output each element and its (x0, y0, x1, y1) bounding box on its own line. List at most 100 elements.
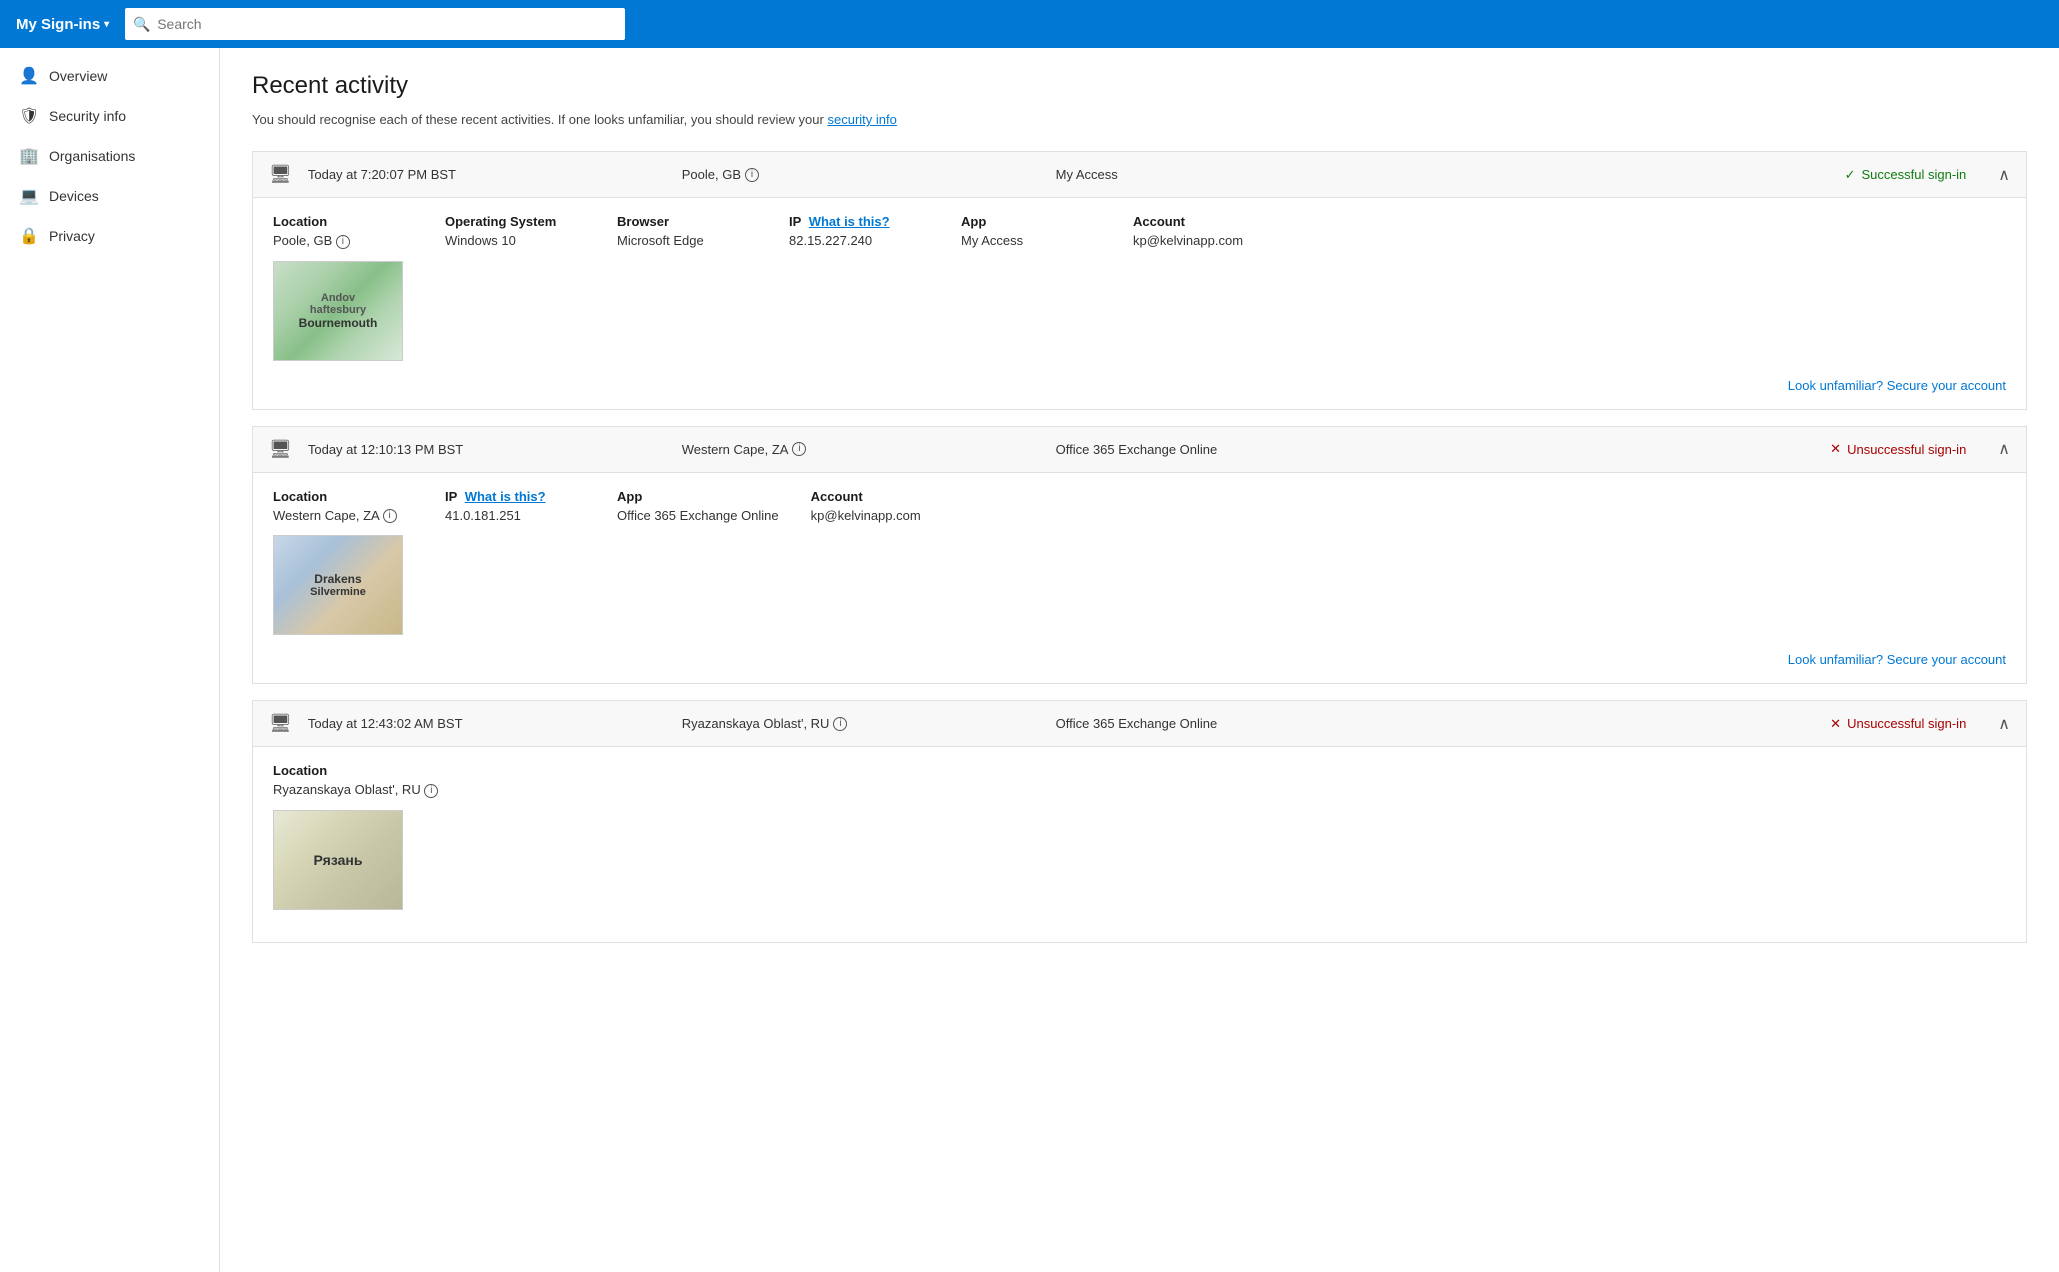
shield-icon: 🛡 (19, 106, 39, 126)
location-info-icon-2[interactable]: i (792, 442, 806, 456)
location-value-3: Ryazanskaya Oblast', RU i (273, 782, 438, 798)
location-label-1: Location (273, 214, 413, 229)
detail-col-app-2: App Office 365 Exchange Online (617, 489, 779, 636)
ip-what-is-this-1[interactable]: What is this? (809, 214, 890, 229)
person-icon: 👤 (19, 66, 39, 86)
account-label-2: Account (811, 489, 951, 504)
location-header-text-3: Ryazanskaya Oblast', RU (682, 716, 830, 731)
ip-what-is-this-2[interactable]: What is this? (465, 489, 546, 504)
signin-body-1: Location Poole, GB i Andov haftesbury Bo… (253, 198, 2026, 409)
detail-col-ip-1: IP What is this? 82.15.227.240 (789, 214, 929, 361)
ip-label-text-1: IP (789, 214, 801, 229)
security-info-link[interactable]: security info (827, 112, 896, 127)
collapse-icon-3[interactable]: ∧ (1998, 714, 2010, 734)
app-title-text: My Sign-ins (16, 16, 100, 33)
location-value-text-1: Poole, GB (273, 233, 332, 248)
location-info-icon-3[interactable]: i (833, 717, 847, 731)
map-label-1: Andov haftesbury Bournemouth (295, 288, 382, 334)
x-icon-2: ✕ (1830, 441, 1841, 457)
search-input[interactable] (125, 8, 625, 40)
sidebar-label-security-info: Security info (49, 108, 126, 124)
detail-col-ip-2: IP What is this? 41.0.181.251 (445, 489, 585, 636)
location-info-icon-1[interactable]: i (745, 168, 759, 182)
ip-label-1: IP What is this? (789, 214, 929, 229)
sidebar-item-overview[interactable]: 👤 Overview (0, 56, 219, 96)
collapse-icon-1[interactable]: ∧ (1998, 165, 2010, 185)
app-value-1: My Access (961, 233, 1101, 248)
secure-link-2: Look unfamiliar? Secure your account (273, 651, 2006, 667)
monitor-icon-1: 🖥 (269, 164, 292, 185)
privacy-icon: 🔒 (19, 226, 39, 246)
org-icon: 🏢 (19, 146, 39, 166)
monitor-icon-2: 🖥 (269, 439, 292, 460)
signin-card-2-header[interactable]: 🖥 Today at 12:10:13 PM BST Western Cape,… (253, 427, 2026, 473)
sidebar: 👤 Overview 🛡 Security info 🏢 Organisatio… (0, 48, 220, 1272)
status-text-2: Unsuccessful sign-in (1847, 442, 1966, 457)
status-text-3: Unsuccessful sign-in (1847, 716, 1966, 731)
secure-link-1: Look unfamiliar? Secure your account (273, 377, 2006, 393)
map-2: Drakens Silvermine (273, 535, 403, 635)
detail-col-account-1: Account kp@kelvinapp.com (1133, 214, 1273, 361)
signin-details-3: Location Ryazanskaya Oblast', RU i Рязан… (273, 763, 2006, 910)
search-icon: 🔍 (133, 16, 150, 33)
sidebar-item-security-info[interactable]: 🛡 Security info (0, 96, 219, 136)
signin-location-1: Poole, GB i (682, 167, 1040, 182)
page-subtitle: You should recognise each of these recen… (252, 112, 2027, 127)
signin-app-1: My Access (1056, 167, 1414, 182)
location-value-2: Western Cape, ZA i (273, 508, 413, 524)
detail-col-location-3: Location Ryazanskaya Oblast', RU i Рязан… (273, 763, 438, 910)
detail-col-account-2: Account kp@kelvinapp.com (811, 489, 951, 636)
signin-card-2: 🖥 Today at 12:10:13 PM BST Western Cape,… (252, 426, 2027, 685)
signin-details-2: Location Western Cape, ZA i Drakens Silv… (273, 489, 2006, 636)
ip-label-2: IP What is this? (445, 489, 585, 504)
main-content: Recent activity You should recognise eac… (220, 48, 2059, 1272)
signin-location-2: Western Cape, ZA i (682, 442, 1040, 457)
signin-app-2: Office 365 Exchange Online (1056, 442, 1414, 457)
signin-card-3: 🖥 Today at 12:43:02 AM BST Ryazanskaya O… (252, 700, 2027, 943)
checkmark-icon-1: ✓ (1845, 167, 1856, 183)
signin-status-2: ✕ Unsuccessful sign-in (1429, 441, 1982, 457)
detail-col-app-1: App My Access (961, 214, 1101, 361)
signin-card-1-header[interactable]: 🖥 Today at 7:20:07 PM BST Poole, GB i My… (253, 152, 2026, 198)
signin-status-3: ✕ Unsuccessful sign-in (1429, 716, 1982, 732)
title-chevron-icon: ▾ (104, 19, 109, 30)
app-title[interactable]: My Sign-ins ▾ (16, 16, 109, 33)
sidebar-item-organisations[interactable]: 🏢 Organisations (0, 136, 219, 176)
app-label-2: App (617, 489, 779, 504)
signin-card-3-header[interactable]: 🖥 Today at 12:43:02 AM BST Ryazanskaya O… (253, 701, 2026, 747)
topbar: My Sign-ins ▾ 🔍 (0, 0, 2059, 48)
app-label-1: App (961, 214, 1101, 229)
collapse-icon-2[interactable]: ∧ (1998, 439, 2010, 459)
account-label-1: Account (1133, 214, 1273, 229)
location-detail-info-1[interactable]: i (336, 235, 350, 249)
location-detail-info-3[interactable]: i (424, 784, 438, 798)
sidebar-label-overview: Overview (49, 68, 107, 84)
os-value-1: Windows 10 (445, 233, 585, 248)
location-value-text-3: Ryazanskaya Oblast', RU (273, 782, 421, 797)
signin-status-1: ✓ Successful sign-in (1429, 167, 1982, 183)
sidebar-label-organisations: Organisations (49, 148, 135, 164)
sidebar-item-devices[interactable]: 💻 Devices (0, 176, 219, 216)
sidebar-item-privacy[interactable]: 🔒 Privacy (0, 216, 219, 256)
device-icon: 💻 (19, 186, 39, 206)
detail-col-location-2: Location Western Cape, ZA i Drakens Silv… (273, 489, 413, 636)
ip-value-1: 82.15.227.240 (789, 233, 929, 248)
status-text-1: Successful sign-in (1862, 167, 1967, 182)
subtitle-text: You should recognise each of these recen… (252, 112, 824, 127)
location-label-2: Location (273, 489, 413, 504)
signin-location-3: Ryazanskaya Oblast', RU i (682, 716, 1040, 731)
location-header-text-2: Western Cape, ZA (682, 442, 789, 457)
location-value-1: Poole, GB i (273, 233, 413, 249)
secure-account-link-2[interactable]: Look unfamiliar? Secure your account (1788, 652, 2006, 667)
signin-app-3: Office 365 Exchange Online (1056, 716, 1414, 731)
location-detail-info-2[interactable]: i (383, 509, 397, 523)
x-icon-3: ✕ (1830, 716, 1841, 732)
os-label-1: Operating System (445, 214, 585, 229)
detail-col-browser-1: Browser Microsoft Edge (617, 214, 757, 361)
map-label-3: Рязань (310, 848, 367, 872)
secure-account-link-1[interactable]: Look unfamiliar? Secure your account (1788, 378, 2006, 393)
signin-body-3: Location Ryazanskaya Oblast', RU i Рязан… (253, 747, 2026, 942)
sidebar-label-privacy: Privacy (49, 228, 95, 244)
sidebar-label-devices: Devices (49, 188, 99, 204)
page-title: Recent activity (252, 72, 2027, 100)
